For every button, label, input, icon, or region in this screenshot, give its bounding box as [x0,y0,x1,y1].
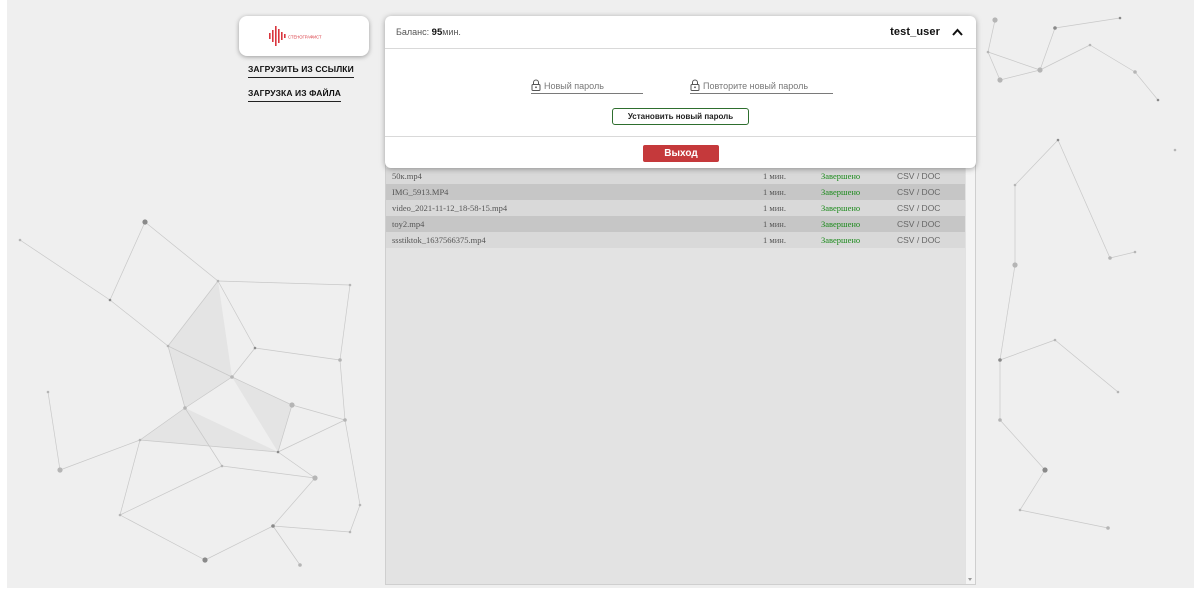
file-status: Завершено [821,219,861,229]
file-row[interactable]: 50к.mp4 1 мин. Завершено CSV / DOC [386,168,966,184]
repeat-password-input[interactable] [703,80,833,91]
repeat-password-field [690,78,833,94]
file-row[interactable]: ssstiktok_1637566375.mp4 1 мин. Завершено C… [386,232,966,248]
account-dropdown: Баланс: 95мин. test_user Установить новы… [385,16,976,168]
balance-value: 95 [431,27,443,38]
balance-label: Баланс: [396,27,430,37]
file-status: Завершено [821,171,861,181]
new-password-field [531,78,643,94]
export-csv-doc-link[interactable]: CSV / DOC [897,203,940,213]
file-duration: 1 мин. [763,187,786,197]
upload-from-link-button[interactable]: Загрузить из ссылки [248,64,354,78]
logo-wordmark: СТЕНОГРАФИСТ [288,35,322,40]
file-row[interactable]: toy2.mp4 1 мин. Завершено CSV / DOC [386,216,966,232]
logo[interactable]: СТЕНОГРАФИСТ [239,16,369,56]
file-duration: 1 мин. [763,219,786,229]
file-name: 50к.mp4 [392,171,422,181]
new-password-input[interactable] [544,80,643,91]
file-name: IMG_5913.MP4 [392,187,449,197]
scroll-down-arrow-icon[interactable] [968,578,972,581]
file-name: ssstiktok_1637566375.mp4 [392,235,486,245]
file-status: Завершено [821,203,861,213]
file-status: Завершено [821,187,861,197]
export-csv-doc-link[interactable]: CSV / DOC [897,235,940,245]
file-duration: 1 мин. [763,171,786,181]
upload-from-file-button[interactable]: Загрузка из файла [248,88,342,102]
account-header: Баланс: 95мин. test_user [385,16,976,49]
file-name: toy2.mp4 [392,219,425,229]
chevron-up-icon[interactable] [952,28,963,36]
file-duration: 1 мин. [763,203,786,213]
export-csv-doc-link[interactable]: CSV / DOC [897,219,940,229]
file-duration: 1 мин. [763,235,786,245]
file-row[interactable]: video_2021-11-12_18-58-15.mp4 1 мин. Завер… [386,200,966,216]
file-list: 50к.mp4 1 мин. Завершено CSV / DOC IMG_5913.… [386,168,966,248]
export-csv-doc-link[interactable]: CSV / DOC [897,171,940,181]
file-row[interactable]: IMG_5913.MP4 1 мин. Завершено CSV / DOC [386,184,966,200]
balance: Баланс: 95мин. [396,27,461,38]
file-status: Завершено [821,235,861,245]
export-csv-doc-link[interactable]: CSV / DOC [897,187,940,197]
username[interactable]: test_user [890,26,940,38]
lock-icon [531,79,541,91]
lock-icon [690,79,700,91]
logout-button[interactable]: Выход [643,145,719,162]
balance-unit: мин. [442,27,461,37]
file-name: video_2021-11-12_18-58-15.mp4 [392,203,508,213]
divider [385,136,976,137]
set-new-password-button[interactable]: Установить новый пароль [612,108,749,125]
soundwave-logo-icon: СТЕНОГРАФИСТ [269,26,322,46]
